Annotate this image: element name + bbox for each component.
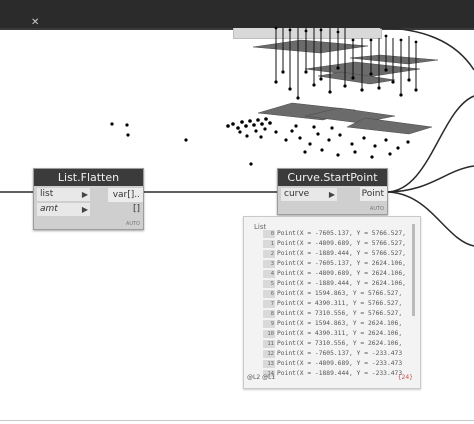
- list-value: Point(X = -4809.689, Y = -233.473: [277, 360, 403, 367]
- list-index: 8: [263, 310, 275, 318]
- list-value: Point(X = 7310.556, Y = 5766.527,: [277, 310, 403, 317]
- list-item: 8 Point(X = 7310.556, Y = 5766.527,: [263, 309, 415, 319]
- list-value: Point(X = -4809.689, Y = 5766.527,: [277, 240, 406, 247]
- lacing-badge: AUTO: [369, 206, 384, 212]
- list-item: 13 Point(X = -4809.689, Y = -233.473: [263, 359, 415, 369]
- port-label: amt: [40, 204, 58, 214]
- output-port-var[interactable]: var[]..[]: [108, 188, 143, 214]
- list-index: 3: [263, 260, 275, 268]
- list-item: 6 Point(X = 1594.863, Y = 5766.527,: [263, 289, 415, 299]
- list-index: 6: [263, 290, 275, 298]
- list-item: 10 Point(X = 4390.311, Y = 2624.106,: [263, 329, 415, 339]
- list-index: 5: [263, 280, 275, 288]
- list-flatten-node[interactable]: List.Flatten list ▶ amt ▶ var[]..[] AUTO: [33, 168, 144, 230]
- wire-out-top: [379, 27, 474, 71]
- preview-bubble[interactable]: List 0 Point(X = -7605.137, Y = 5766.527,…: [243, 216, 421, 389]
- list-item: 12 Point(X = -7605.137, Y = -233.473: [263, 349, 415, 359]
- list-value: Point(X = -7605.137, Y = 2624.106,: [277, 260, 406, 267]
- list-index: 1: [263, 240, 275, 248]
- list-index: 4: [263, 270, 275, 278]
- item-count: {24}: [397, 374, 413, 381]
- port-label: list: [40, 189, 54, 199]
- list-item: 0 Point(X = -7605.137, Y = 5766.527,: [263, 229, 415, 239]
- list-item: 9 Point(X = 1594.863, Y = 2624.106,: [263, 319, 415, 329]
- list-value: Point(X = 4390.311, Y = 5766.527,: [277, 300, 403, 307]
- list-value: Point(X = -7605.137, Y = -233.473: [277, 350, 403, 357]
- input-port-curve[interactable]: curve ▶: [281, 188, 337, 201]
- chevron-right-icon: ▶: [81, 190, 88, 199]
- curve-startpoint-node[interactable]: Curve.StartPoint curve ▶ Point AUTO: [277, 168, 388, 215]
- list-value: Point(X = 7310.556, Y = 2624.106,: [277, 340, 403, 347]
- list-item: 1 Point(X = -4809.689, Y = 5766.527,: [263, 239, 415, 249]
- chevron-right-icon: ▶: [328, 190, 335, 199]
- chevron-right-icon: ▶: [81, 205, 88, 214]
- port-label: Point: [361, 189, 384, 199]
- preview-footer: @L2 @L1 {24}: [247, 374, 417, 384]
- list-index: 7: [263, 300, 275, 308]
- canvas-bottom-border: [0, 420, 474, 421]
- list-item: 11 Point(X = 7310.556, Y = 2624.106,: [263, 339, 415, 349]
- list-index: 10: [263, 330, 275, 338]
- list-item: 4 Point(X = -4809.689, Y = 2624.106,: [263, 269, 415, 279]
- list-index: 13: [263, 360, 275, 368]
- port-label: var[]..[]: [112, 190, 140, 214]
- list-value: Point(X = 1594.863, Y = 5766.527,: [277, 290, 403, 297]
- output-port-point[interactable]: Point: [360, 187, 387, 201]
- surface-patch: [252, 39, 369, 54]
- list-index: 12: [263, 350, 275, 358]
- list-item: 5 Point(X = -1889.444, Y = 2624.106,: [263, 279, 415, 289]
- node-title[interactable]: List.Flatten: [34, 169, 143, 186]
- list-item: 7 Point(X = 4390.311, Y = 5766.527,: [263, 299, 415, 309]
- list-value: Point(X = -1889.444, Y = 5766.527,: [277, 250, 406, 257]
- lacing-badge: AUTO: [125, 221, 140, 227]
- input-port-list[interactable]: list ▶: [37, 188, 90, 201]
- list-value: Point(X = 1594.863, Y = 2624.106,: [277, 320, 403, 327]
- list-item: 2 Point(X = -1889.444, Y = 5766.527,: [263, 249, 415, 259]
- preview-list[interactable]: 0 Point(X = -7605.137, Y = 5766.527, 1 Poin…: [263, 229, 415, 377]
- list-item: 3 Point(X = -7605.137, Y = 2624.106,: [263, 259, 415, 269]
- port-label: curve: [284, 189, 310, 199]
- list-value: Point(X = -1889.444, Y = 2624.106,: [277, 280, 406, 287]
- list-value: Point(X = -4809.689, Y = 2624.106,: [277, 270, 406, 277]
- list-index: 11: [263, 340, 275, 348]
- list-value: Point(X = 4390.311, Y = 2624.106,: [277, 330, 403, 337]
- list-index: 2: [263, 250, 275, 258]
- preview-scrollbar[interactable]: [412, 224, 415, 316]
- list-value: Point(X = -7605.137, Y = 5766.527,: [277, 230, 406, 237]
- node-title[interactable]: Curve.StartPoint: [278, 169, 387, 186]
- list-index: 0: [263, 230, 275, 238]
- list-index: 9: [263, 320, 275, 328]
- surface-patch: [346, 117, 433, 135]
- wire-out-middle: [385, 165, 474, 193]
- list-levels-label[interactable]: @L2 @L1: [247, 374, 275, 381]
- point-stick-field: [275, 28, 417, 98]
- wire-out-upper: [385, 95, 474, 193]
- input-port-amt[interactable]: amt ▶: [37, 203, 90, 216]
